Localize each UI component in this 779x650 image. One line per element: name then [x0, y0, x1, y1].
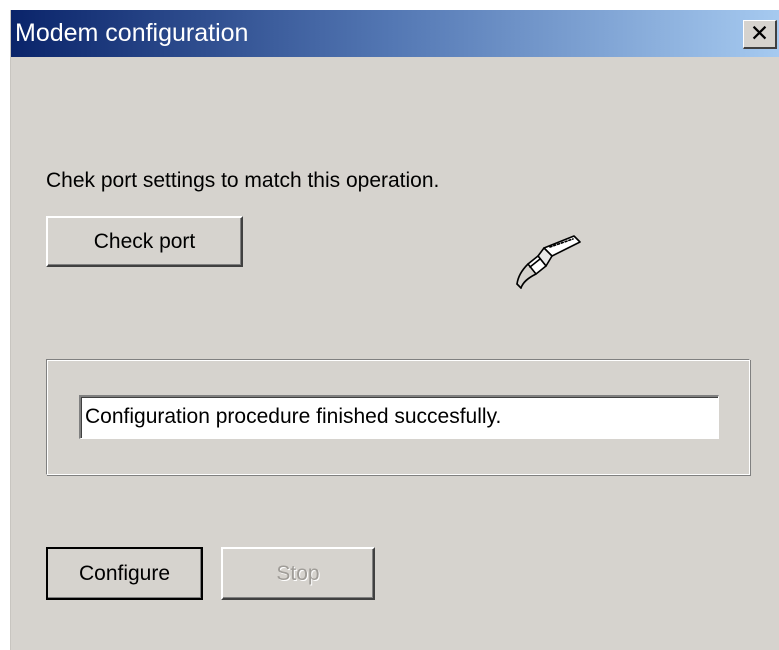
close-button[interactable]: ✕ [743, 20, 777, 49]
close-icon: ✕ [749, 20, 770, 47]
status-group: Configuration procedure finished succesf… [46, 359, 750, 475]
configure-button[interactable]: Configure [46, 547, 203, 600]
check-port-button[interactable]: Check port [46, 216, 243, 267]
serial-cable-plug-icon [516, 235, 581, 289]
window-title: Modem configuration [15, 19, 249, 47]
modem-configuration-dialog: Modem configuration ✕ Chek port settings… [10, 10, 779, 650]
title-bar[interactable]: Modem configuration ✕ [11, 10, 779, 57]
status-message-field: Configuration procedure finished succesf… [79, 395, 719, 439]
stop-button[interactable]: Stop [221, 547, 375, 600]
port-settings-prompt: Chek port settings to match this operati… [46, 169, 440, 192]
